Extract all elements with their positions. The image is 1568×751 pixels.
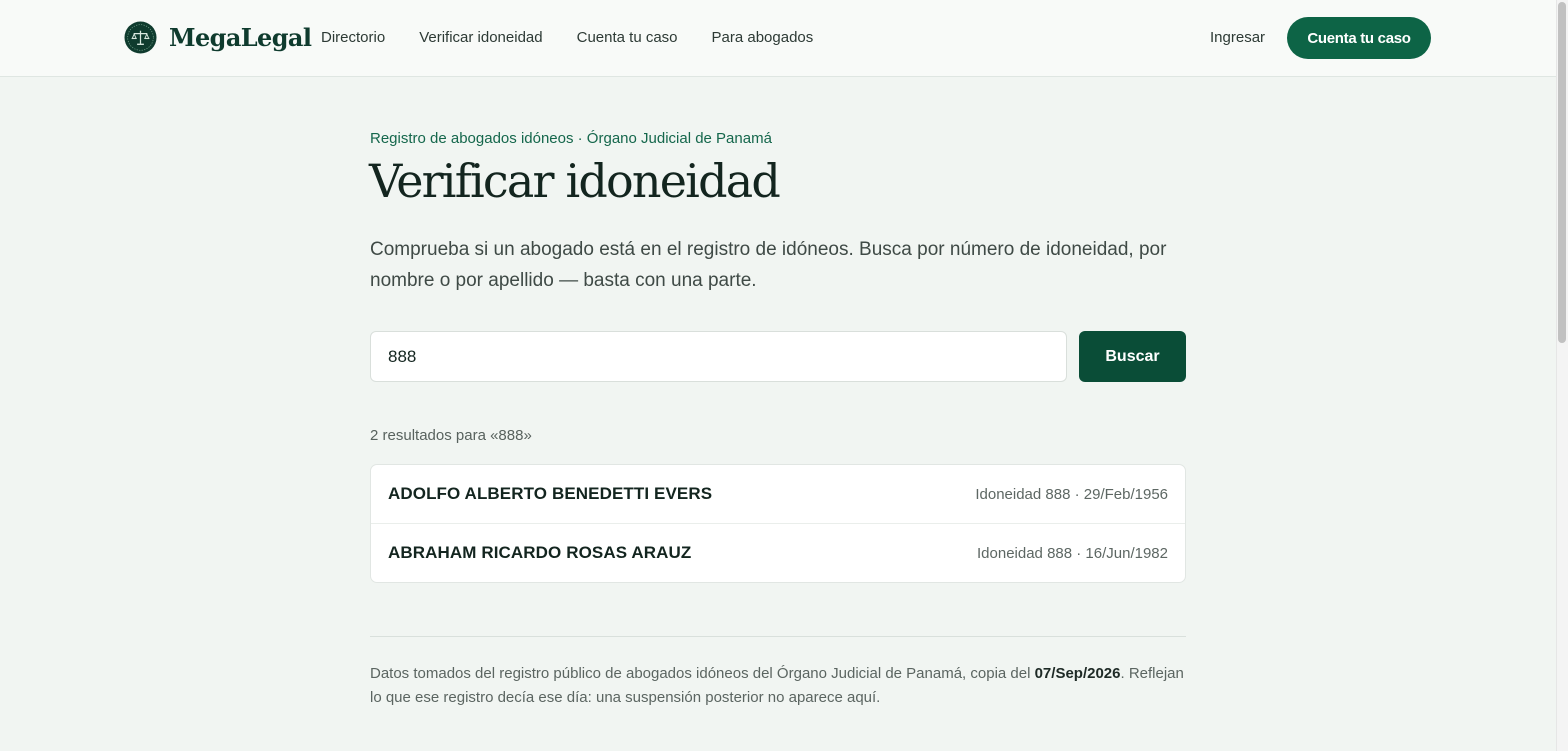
scales-of-justice-icon [124,21,157,54]
result-row[interactable]: ADOLFO ALBERTO BENEDETTI EVERS Idoneidad… [371,465,1185,524]
login-link[interactable]: Ingresar [1210,29,1265,46]
result-meta: Idoneidad 888 · 16/Jun/1982 [977,544,1168,562]
nav-link-para-abogados[interactable]: Para abogados [712,29,814,46]
nav-link-verificar-idoneidad[interactable]: Verificar idoneidad [419,29,542,46]
result-row[interactable]: ABRAHAM RICARDO ROSAS ARAUZ Idoneidad 88… [371,524,1185,582]
brand-logo[interactable]: MegaLegal [124,21,312,54]
nav-link-cuenta-tu-caso[interactable]: Cuenta tu caso [577,29,678,46]
scrollbar-thumb[interactable] [1558,2,1566,343]
page-eyebrow: Registro de abogados idóneos · Órgano Ju… [370,130,772,147]
cta-button[interactable]: Cuenta tu caso [1287,17,1431,59]
main-nav: Directorio Verificar idoneidad Cuenta tu… [321,29,847,46]
footer-divider [370,636,1186,637]
results-count: 2 resultados para «888» [370,427,532,444]
result-name: ABRAHAM RICARDO ROSAS ARAUZ [388,543,692,562]
intro-text: Comprueba si un abogado está en el regis… [370,239,1167,291]
search-input[interactable] [370,331,1067,382]
result-name: ADOLFO ALBERTO BENEDETTI EVERS [388,484,713,503]
results-list: ADOLFO ALBERTO BENEDETTI EVERS Idoneidad… [370,464,1186,583]
result-meta: Idoneidad 888 · 29/Feb/1956 [975,485,1168,503]
brand-name: MegaLegal [169,23,312,52]
snapshot-date: 07/Sep/2026 [1034,665,1121,682]
search-button[interactable]: Buscar [1079,331,1186,382]
top-navigation-bar: MegaLegal Directorio Verificar idoneidad… [0,0,1556,77]
page-title: Verificar idoneidad [369,154,781,208]
data-source-note: Datos tomados del registro público de ab… [370,662,1186,710]
footnote-text: Datos tomados del registro público de ab… [370,665,1035,682]
nav-link-directorio[interactable]: Directorio [321,29,385,46]
